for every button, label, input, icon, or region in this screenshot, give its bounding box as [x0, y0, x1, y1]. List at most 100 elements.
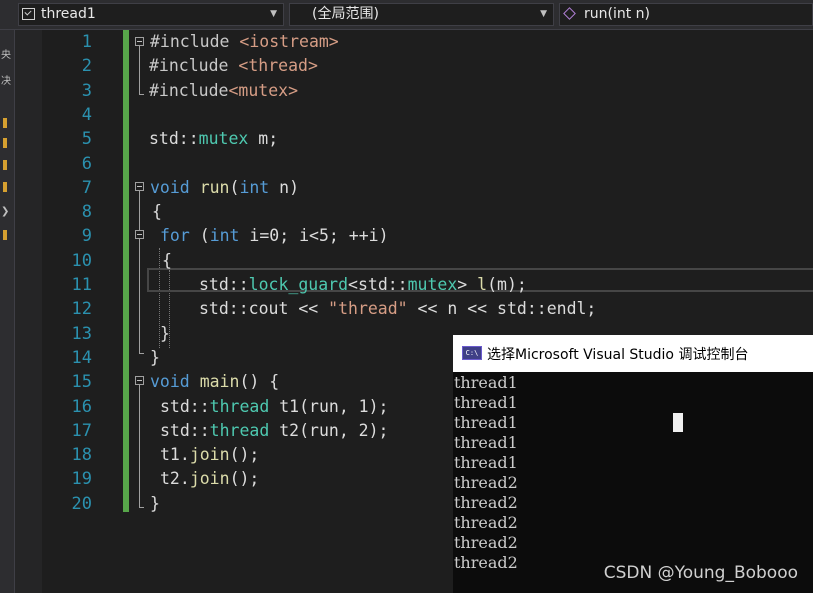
code-line-15[interactable]: void main() {	[150, 370, 279, 394]
console-output-line: thread1	[454, 413, 518, 432]
token: t1.	[160, 445, 190, 465]
token: ();	[229, 469, 260, 489]
token: t1(run, 1);	[269, 396, 389, 416]
token: (	[189, 226, 210, 246]
console-title: 选择Microsoft Visual Studio 调试控制台	[487, 347, 749, 363]
token: }	[150, 493, 160, 513]
collapse-toggle-icon[interactable]	[135, 230, 144, 239]
token: thread	[209, 420, 270, 440]
line-number: 6	[81, 153, 92, 174]
token: for	[160, 226, 190, 246]
outline-line	[139, 385, 140, 507]
token: join	[189, 469, 230, 489]
token: #include	[149, 80, 229, 100]
line-number: 10	[71, 250, 92, 271]
code-line-11[interactable]: std::lock_guard<std::mutex> l(m);	[199, 273, 527, 297]
line-number: 9	[81, 226, 92, 247]
token: <mutex>	[228, 80, 299, 100]
strip-marker-icon	[3, 118, 7, 128]
token: mutex	[198, 129, 249, 149]
editor-margin	[15, 30, 42, 593]
token: {	[152, 202, 162, 222]
line-number: 15	[71, 372, 92, 393]
collapse-toggle-icon[interactable]	[135, 37, 144, 46]
code-line-12[interactable]: std::cout << "thread" << n << std::endl;	[199, 297, 596, 321]
code-line-3[interactable]: #include<mutex>	[149, 79, 298, 103]
token: #include	[150, 32, 240, 51]
line-number: 8	[81, 202, 92, 223]
method-cube-icon	[563, 7, 576, 20]
token: <iostream>	[239, 32, 339, 51]
token: t2(run, 2);	[269, 420, 389, 440]
code-line-19[interactable]: t2.join();	[160, 467, 259, 491]
chevron-down-icon[interactable]: ▼	[270, 4, 277, 25]
strip-marker-icon	[3, 230, 7, 240]
line-number: 20	[71, 493, 92, 514]
scope-dropdown-label: (全局范围)	[312, 6, 379, 22]
token: #include	[149, 56, 239, 76]
project-dropdown[interactable]: thread1 ▼	[18, 3, 284, 26]
console-output-line: thread1	[454, 373, 518, 392]
code-line-14[interactable]: }	[150, 346, 160, 370]
token: int	[239, 177, 270, 197]
code-line-9[interactable]: for (int i=0; i<5; ++i)	[160, 224, 389, 248]
left-tool-strip: 央 决 ❯	[0, 30, 15, 593]
line-number: 14	[71, 347, 92, 368]
token: std::	[160, 396, 210, 416]
token: <std::	[348, 275, 408, 294]
scope-dropdown[interactable]: (全局范围) ▼	[289, 3, 554, 26]
change-tracking-bar	[123, 30, 129, 512]
token: << n << std::endl;	[407, 299, 597, 319]
code-line-13[interactable]: }	[160, 322, 170, 346]
code-line-17[interactable]: std::thread t2(run, 2);	[160, 419, 389, 443]
project-dropdown-label: thread1	[41, 6, 96, 22]
collapse-toggle-icon[interactable]	[135, 182, 144, 191]
outline-end	[139, 353, 144, 354]
console-title-bar[interactable]: C:\ 选择Microsoft Visual Studio 调试控制台	[453, 335, 813, 372]
token: }	[150, 347, 160, 367]
member-dropdown-label: run(int n)	[584, 6, 651, 22]
code-line-5[interactable]: std::mutex m;	[149, 127, 278, 151]
chevron-down-icon[interactable]: ▼	[540, 4, 547, 25]
console-output-line: thread2	[454, 553, 518, 572]
token: std::	[160, 420, 210, 440]
line-number: 5	[81, 129, 92, 150]
console-output-line: thread2	[454, 473, 518, 492]
token: () {	[239, 372, 280, 392]
console-output-line: thread1	[454, 433, 518, 452]
strip-label-1[interactable]: 央	[1, 46, 11, 61]
token: int	[209, 226, 240, 246]
token: join	[189, 445, 230, 465]
console-output-line: thread2	[454, 493, 518, 512]
collapse-toggle-icon[interactable]	[135, 376, 144, 385]
debug-console-window[interactable]: C:\ 选择Microsoft Visual Studio 调试控制台 thre…	[453, 335, 813, 593]
member-dropdown[interactable]: run(int n)	[559, 3, 813, 26]
code-line-10[interactable]: {	[162, 249, 172, 273]
token: i=0; i<5; ++i)	[239, 226, 389, 246]
code-line-18[interactable]: t1.join();	[160, 443, 259, 467]
token: main	[199, 372, 240, 392]
code-line-16[interactable]: std::thread t1(run, 1);	[160, 395, 389, 419]
token: >	[457, 275, 478, 294]
code-line-20[interactable]: }	[150, 492, 160, 516]
code-line-1[interactable]: #include <iostream>	[150, 30, 339, 54]
console-cursor	[673, 413, 683, 432]
token: (m);	[487, 275, 527, 294]
strip-marker-icon	[3, 182, 7, 192]
token: {	[162, 250, 172, 270]
code-line-2[interactable]: #include <thread>	[149, 54, 318, 78]
token: lock_guard	[248, 275, 349, 294]
line-number: 17	[71, 420, 92, 441]
line-number: 13	[71, 323, 92, 344]
token: std::	[199, 275, 249, 294]
collapse-arrow-icon[interactable]: ❯	[1, 206, 9, 217]
code-line-7[interactable]: void run(int n)	[150, 176, 299, 200]
token: ();	[229, 445, 260, 465]
code-line-8[interactable]: {	[152, 200, 162, 224]
console-output-line: thread2	[454, 513, 518, 532]
strip-label-2[interactable]: 决	[1, 72, 11, 87]
token: void	[150, 177, 190, 197]
outline-line	[139, 46, 140, 94]
line-number: 18	[71, 445, 92, 466]
